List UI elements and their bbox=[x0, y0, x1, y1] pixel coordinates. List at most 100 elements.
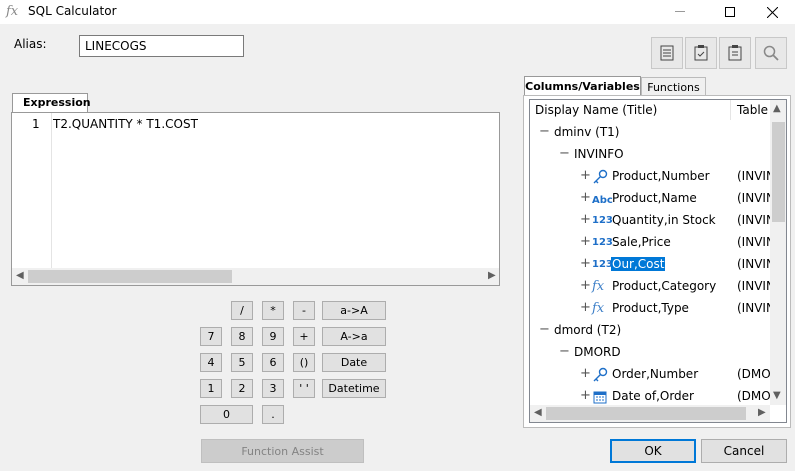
key-3[interactable]: 3 bbox=[262, 379, 284, 398]
key-7[interactable]: 7 bbox=[200, 327, 222, 346]
fx-icon: 𝑓𝑥 bbox=[6, 4, 19, 19]
item-label: Product,Type bbox=[612, 301, 689, 315]
alias-label: Alias: bbox=[14, 37, 47, 51]
clipboard-check-button[interactable] bbox=[685, 37, 717, 69]
tab-expression[interactable]: Expression bbox=[12, 93, 91, 113]
collapse-icon[interactable]: − bbox=[559, 146, 570, 161]
expression-text[interactable]: T2.QUANTITY * T1.COST bbox=[53, 117, 198, 131]
key-9[interactable]: 9 bbox=[262, 327, 284, 346]
scroll-thumb[interactable] bbox=[772, 122, 785, 222]
scroll-right-icon[interactable]: ▶ bbox=[758, 407, 766, 418]
key-1[interactable]: 1 bbox=[200, 379, 222, 398]
item-label: Date of,Order bbox=[612, 389, 694, 403]
item-table: (DMO bbox=[737, 389, 771, 403]
expand-icon[interactable]: + bbox=[580, 388, 591, 403]
list-button[interactable] bbox=[651, 37, 683, 69]
calendar-icon bbox=[592, 389, 610, 405]
maximize-button[interactable] bbox=[707, 0, 753, 24]
scroll-left-icon[interactable]: ◀ bbox=[534, 407, 542, 418]
header-table[interactable]: Table bbox=[737, 103, 768, 117]
key-2[interactable]: 2 bbox=[231, 379, 253, 398]
collapse-icon[interactable]: − bbox=[539, 124, 550, 139]
tree-item-our-cost[interactable]: + 123 Our,Cost (INVIN bbox=[530, 254, 775, 276]
key-quotes[interactable]: ' ' bbox=[293, 379, 315, 398]
uppercase-button[interactable]: a->A bbox=[322, 301, 386, 320]
key-5[interactable]: 5 bbox=[231, 353, 253, 372]
collapse-icon[interactable]: − bbox=[559, 344, 570, 359]
item-label: Order,Number bbox=[612, 367, 699, 381]
alias-input[interactable] bbox=[79, 35, 244, 57]
tree-item-sale-price[interactable]: + 123 Sale,Price (INVIN bbox=[530, 232, 775, 254]
tree-node-dminv[interactable]: − dminv (T1) bbox=[530, 122, 770, 144]
clipboard-icon bbox=[728, 45, 742, 61]
search-icon bbox=[763, 45, 779, 61]
function-assist-button[interactable]: Function Assist bbox=[201, 439, 364, 463]
scroll-left-icon[interactable]: ◀ bbox=[16, 270, 24, 281]
date-button[interactable]: Date bbox=[322, 353, 386, 372]
expand-icon[interactable]: + bbox=[580, 234, 591, 249]
scroll-down-icon[interactable]: ▼ bbox=[773, 390, 781, 401]
tree-node-invinfo[interactable]: − INVINFO bbox=[530, 144, 770, 166]
close-button[interactable] bbox=[749, 0, 795, 24]
item-label: Product,Category bbox=[612, 279, 717, 293]
tab-columns-variables[interactable]: Columns/Variables bbox=[524, 76, 641, 96]
key-dot[interactable]: . bbox=[262, 405, 284, 424]
key-8[interactable]: 8 bbox=[231, 327, 253, 346]
key-parens[interactable]: () bbox=[293, 353, 315, 372]
expand-icon[interactable]: + bbox=[580, 278, 591, 293]
tree-node-label: INVINFO bbox=[574, 147, 624, 161]
expand-icon[interactable]: + bbox=[580, 256, 591, 271]
key-icon bbox=[592, 367, 610, 383]
key-6[interactable]: 6 bbox=[262, 353, 284, 372]
tree-node-dmord[interactable]: − dmord (T2) bbox=[530, 320, 770, 342]
ok-button[interactable]: OK bbox=[610, 439, 696, 463]
key-minus[interactable]: - bbox=[293, 301, 315, 320]
header-display-name[interactable]: Display Name (Title) bbox=[535, 103, 657, 117]
tree-item-quantity-in-stock[interactable]: + 123 Quantity,in Stock (INVIN bbox=[530, 210, 775, 232]
expand-icon[interactable]: + bbox=[580, 190, 591, 205]
key-multiply[interactable]: * bbox=[262, 301, 284, 320]
tree-item-order-number[interactable]: + Order,Number (DMO bbox=[530, 364, 771, 386]
tree-item-product-number[interactable]: + Product,Number (INVIN bbox=[530, 166, 775, 188]
abc-icon: Abc bbox=[592, 195, 613, 206]
tab-functions[interactable]: Functions bbox=[641, 77, 706, 96]
horizontal-scrollbar[interactable]: ◀ ▶ bbox=[12, 268, 499, 285]
vertical-scrollbar[interactable]: ▲ ▼ bbox=[770, 100, 786, 405]
line-gutter: 1 bbox=[12, 113, 52, 268]
scroll-thumb[interactable] bbox=[28, 270, 232, 283]
tree-item-product-category[interactable]: + fx Product,Category (INVIN bbox=[530, 276, 775, 298]
key-plus[interactable]: + bbox=[293, 327, 315, 346]
columns-panel: Display Name (Title) Table − dminv (T1) … bbox=[523, 95, 791, 428]
scroll-up-icon[interactable]: ▲ bbox=[773, 103, 781, 114]
key-4[interactable]: 4 bbox=[200, 353, 222, 372]
expand-icon[interactable]: + bbox=[580, 300, 591, 315]
tree-item-product-type[interactable]: + fx Product,Type (INVIN bbox=[530, 298, 775, 320]
scroll-thumb[interactable] bbox=[546, 407, 746, 420]
tree-node-label: DMORD bbox=[574, 345, 621, 359]
expand-icon[interactable]: + bbox=[580, 212, 591, 227]
expand-icon[interactable]: + bbox=[580, 366, 591, 381]
search-button[interactable] bbox=[755, 37, 787, 69]
fx-icon: fx bbox=[592, 279, 605, 294]
clipboard-check-icon bbox=[694, 45, 708, 61]
tree-item-product-name[interactable]: + Abc Product,Name (INVIN bbox=[530, 188, 775, 210]
item-label: Product,Number bbox=[612, 169, 710, 183]
columns-tree[interactable]: Display Name (Title) Table − dminv (T1) … bbox=[529, 99, 787, 423]
tree-header: Display Name (Title) Table bbox=[530, 100, 770, 120]
minimize-button[interactable] bbox=[657, 0, 703, 24]
key-divide[interactable]: / bbox=[231, 301, 253, 320]
header-divider[interactable] bbox=[730, 100, 731, 120]
cancel-button[interactable]: Cancel bbox=[701, 439, 787, 463]
line-number: 1 bbox=[32, 117, 40, 131]
tree-horizontal-scrollbar[interactable]: ◀ ▶ bbox=[530, 405, 770, 422]
scroll-right-icon[interactable]: ▶ bbox=[488, 270, 496, 281]
key-0[interactable]: 0 bbox=[200, 405, 253, 424]
clipboard-button[interactable] bbox=[719, 37, 751, 69]
item-label-selected: Our,Cost bbox=[611, 257, 666, 271]
collapse-icon[interactable]: − bbox=[539, 322, 550, 337]
datetime-button[interactable]: Datetime bbox=[322, 379, 386, 398]
tree-node-dmord-segment[interactable]: − DMORD bbox=[530, 342, 770, 364]
expression-editor[interactable]: 1 T2.QUANTITY * T1.COST ◀ ▶ bbox=[11, 112, 500, 286]
expand-icon[interactable]: + bbox=[580, 168, 591, 183]
lowercase-button[interactable]: A->a bbox=[322, 327, 386, 346]
